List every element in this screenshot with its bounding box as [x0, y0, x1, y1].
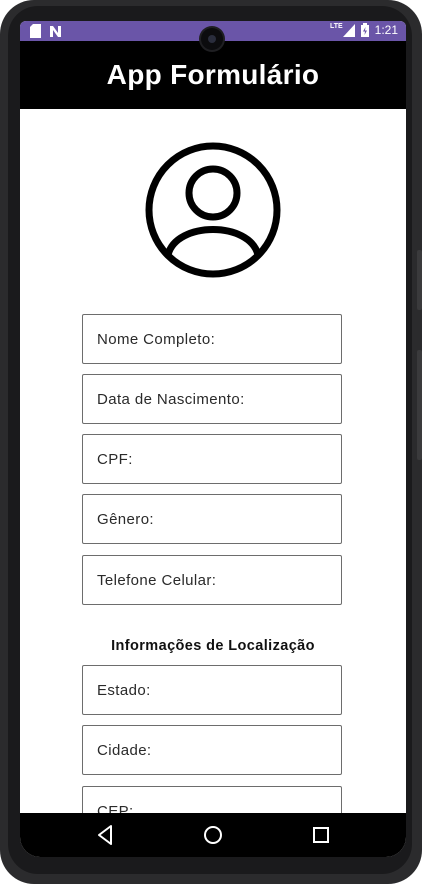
- sd-card-icon: [30, 24, 41, 38]
- cidade-label: Cidade:: [97, 742, 152, 759]
- navigation-bar: [20, 813, 406, 857]
- cpf-label: CPF:: [97, 451, 133, 468]
- cidade-field[interactable]: Cidade:: [82, 725, 342, 775]
- power-button: [417, 350, 422, 460]
- device-frame: LTE 1:21 App Formulário Nome Completo: D…: [0, 0, 422, 884]
- account-circle-icon[interactable]: [144, 141, 282, 279]
- n-notification-icon: [50, 25, 61, 37]
- front-camera: [201, 28, 223, 50]
- estado-label: Estado:: [97, 682, 151, 699]
- location-section-title: Informações de Localização: [111, 638, 315, 654]
- nome-completo-field[interactable]: Nome Completo:: [82, 314, 342, 364]
- genero-field[interactable]: Gênero:: [82, 494, 342, 544]
- cpf-field[interactable]: CPF:: [82, 434, 342, 484]
- genero-label: Gênero:: [97, 511, 154, 528]
- network-label: LTE: [329, 22, 343, 30]
- telefone-celular-label: Telefone Celular:: [97, 572, 217, 589]
- telefone-celular-field[interactable]: Telefone Celular:: [82, 555, 342, 605]
- status-time: 1:21: [374, 23, 398, 37]
- recents-icon[interactable]: [309, 823, 333, 847]
- nome-completo-label: Nome Completo:: [97, 331, 216, 348]
- data-nascimento-label: Data de Nascimento:: [97, 391, 245, 408]
- data-nascimento-field[interactable]: Data de Nascimento:: [82, 374, 342, 424]
- app-title: App Formulário: [106, 59, 320, 90]
- app-bar: App Formulário: [20, 41, 406, 109]
- back-icon[interactable]: [93, 823, 117, 847]
- battery-icon: [360, 23, 369, 37]
- screen: LTE 1:21 App Formulário Nome Completo: D…: [20, 21, 406, 857]
- volume-button: [417, 250, 422, 310]
- estado-field[interactable]: Estado:: [82, 665, 342, 715]
- signal-icon: [342, 23, 355, 37]
- home-icon[interactable]: [201, 823, 225, 847]
